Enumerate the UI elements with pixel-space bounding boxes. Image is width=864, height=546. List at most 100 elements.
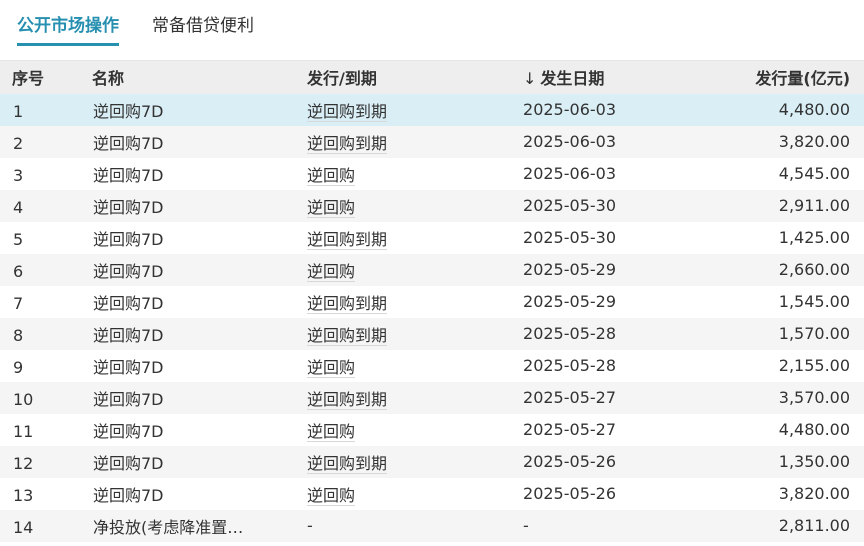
row-action[interactable]: 逆回购	[307, 165, 356, 186]
row-index: 6	[13, 261, 24, 281]
row-action-cell: 逆回购到期	[307, 318, 523, 350]
row-date: 2025-05-29	[523, 260, 616, 279]
row-date: 2025-05-29	[523, 292, 616, 311]
row-date: 2025-06-03	[523, 132, 616, 151]
table-row[interactable]: 11 逆回购7D 逆回购 2025-05-27 4,480.00	[0, 413, 864, 446]
row-index-name-cell: 7 逆回购7D	[0, 286, 307, 318]
row-index: 1	[13, 101, 24, 121]
header-cell-index-name: 序号 名称	[0, 60, 308, 94]
row-index-name-cell: 6 逆回购7D	[0, 254, 307, 286]
row-action[interactable]: 逆回购到期	[307, 325, 388, 346]
row-date: 2025-05-27	[523, 388, 616, 407]
row-action[interactable]: 逆回购	[307, 485, 356, 506]
row-name: 逆回购7D	[93, 229, 164, 249]
row-index-name-cell: 4 逆回购7D	[0, 190, 307, 222]
row-action-cell: 逆回购到期	[307, 446, 523, 478]
row-name: 逆回购7D	[93, 325, 164, 345]
sort-descending-icon: ↓	[523, 69, 537, 89]
row-index-name-cell: 10 逆回购7D	[0, 382, 307, 414]
row-index: 8	[13, 325, 24, 345]
row-name: 逆回购7D	[93, 165, 164, 185]
row-amount: 2,811.00	[778, 516, 851, 535]
row-amount: 4,480.00	[778, 100, 851, 119]
row-amount: 3,820.00	[778, 484, 851, 503]
row-name: 逆回购7D	[93, 293, 164, 313]
row-action[interactable]: 逆回购	[307, 261, 356, 282]
row-action[interactable]: 逆回购	[307, 197, 356, 218]
tab-standing-lending-facility[interactable]: 常备借贷便利	[152, 0, 254, 38]
row-action: -	[307, 516, 313, 535]
table-body: 1 逆回购7D 逆回购到期 2025-06-03 4,480.00 2 逆回购7D 逆回购到期…	[0, 93, 864, 542]
row-date: 2025-05-30	[523, 196, 616, 215]
row-index: 4	[13, 197, 24, 217]
row-action-cell: 逆回购	[307, 190, 523, 222]
row-date: 2025-05-28	[523, 324, 616, 343]
header-name[interactable]: 名称	[92, 69, 124, 88]
row-amount: 1,545.00	[778, 292, 851, 311]
table-row[interactable]: 6 逆回购7D 逆回购 2025-05-29 2,660.00	[0, 253, 864, 286]
row-action[interactable]: 逆回购到期	[307, 453, 388, 474]
row-date: 2025-06-03	[523, 164, 616, 183]
row-name: 逆回购7D	[93, 101, 164, 121]
table-row[interactable]: 13 逆回购7D 逆回购 2025-05-26 3,820.00	[0, 477, 864, 510]
row-action[interactable]: 逆回购到期	[307, 133, 388, 154]
row-date: 2025-05-28	[523, 356, 616, 375]
row-action-cell: 逆回购	[307, 350, 523, 382]
row-index: 9	[13, 357, 24, 377]
row-name: 逆回购7D	[93, 485, 164, 505]
row-index: 13	[13, 485, 34, 505]
row-action[interactable]: 逆回购到期	[307, 229, 388, 250]
row-action-cell: 逆回购	[307, 254, 523, 286]
row-action-cell: 逆回购	[307, 478, 523, 510]
row-index: 11	[13, 421, 34, 441]
row-index-name-cell: 11 逆回购7D	[0, 414, 307, 446]
row-name: 净投放(考虑降准置…	[93, 517, 244, 537]
row-index: 12	[13, 453, 34, 473]
row-index-name-cell: 12 逆回购7D	[0, 446, 307, 478]
table-row[interactable]: 10 逆回购7D 逆回购到期 2025-05-27 3,570.00	[0, 381, 864, 414]
row-amount: 4,545.00	[778, 164, 851, 183]
row-index-name-cell: 3 逆回购7D	[0, 158, 307, 190]
row-amount: 1,350.00	[778, 452, 851, 471]
row-action-cell: 逆回购到期	[307, 126, 523, 158]
header-date-cell[interactable]: ↓ 发生日期	[523, 60, 729, 94]
table-row[interactable]: 12 逆回购7D 逆回购到期 2025-05-26 1,350.00	[0, 445, 864, 478]
table-row[interactable]: 2 逆回购7D 逆回购到期 2025-06-03 3,820.00	[0, 125, 864, 158]
row-action[interactable]: 逆回购到期	[307, 293, 388, 314]
table-row[interactable]: 14 净投放(考虑降准置… - - 2,811.00	[0, 509, 864, 542]
row-action[interactable]: 逆回购到期	[307, 389, 388, 410]
header-amount[interactable]: 发行量(亿元)	[728, 60, 864, 94]
row-name: 逆回购7D	[93, 357, 164, 377]
row-amount: 3,820.00	[778, 132, 851, 151]
operations-table: 序号 名称 发行/到期 ↓ 发生日期 发行量(亿元) 1 逆回购7D 逆回购到期 2025…	[0, 60, 864, 542]
table-row[interactable]: 4 逆回购7D 逆回购 2025-05-30 2,911.00	[0, 189, 864, 222]
row-index-name-cell: 2 逆回购7D	[0, 126, 307, 158]
row-date: 2025-06-03	[523, 100, 616, 119]
table-row[interactable]: 5 逆回购7D 逆回购到期 2025-05-30 1,425.00	[0, 221, 864, 254]
table-row[interactable]: 8 逆回购7D 逆回购到期 2025-05-28 1,570.00	[0, 317, 864, 350]
row-action-cell: 逆回购	[307, 414, 523, 446]
row-amount: 2,911.00	[778, 196, 851, 215]
row-index: 14	[13, 517, 34, 537]
row-action[interactable]: 逆回购	[307, 357, 356, 378]
row-action-cell: 逆回购	[307, 158, 523, 190]
row-amount: 2,660.00	[778, 260, 851, 279]
header-index[interactable]: 序号	[12, 65, 92, 89]
tab-open-market-operations[interactable]: 公开市场操作	[17, 0, 119, 46]
row-amount: 4,480.00	[778, 420, 851, 439]
header-action[interactable]: 发行/到期	[307, 60, 524, 94]
table-row[interactable]: 7 逆回购7D 逆回购到期 2025-05-29 1,545.00	[0, 285, 864, 318]
table-row[interactable]: 1 逆回购7D 逆回购到期 2025-06-03 4,480.00	[0, 93, 864, 126]
table-row[interactable]: 9 逆回购7D 逆回购 2025-05-28 2,155.00	[0, 349, 864, 382]
tab-bar: 公开市场操作 常备借贷便利	[0, 0, 864, 56]
table-row[interactable]: 3 逆回购7D 逆回购 2025-06-03 4,545.00	[0, 157, 864, 190]
row-action[interactable]: 逆回购	[307, 421, 356, 442]
row-name: 逆回购7D	[93, 389, 164, 409]
row-name: 逆回购7D	[93, 197, 164, 217]
row-action[interactable]: 逆回购到期	[307, 101, 388, 122]
row-date: 2025-05-26	[523, 452, 616, 471]
row-index-name-cell: 5 逆回购7D	[0, 222, 307, 254]
row-amount: 1,570.00	[778, 324, 851, 343]
table-header-row: 序号 名称 发行/到期 ↓ 发生日期 发行量(亿元)	[0, 60, 864, 94]
row-action-cell: 逆回购到期	[307, 286, 523, 318]
